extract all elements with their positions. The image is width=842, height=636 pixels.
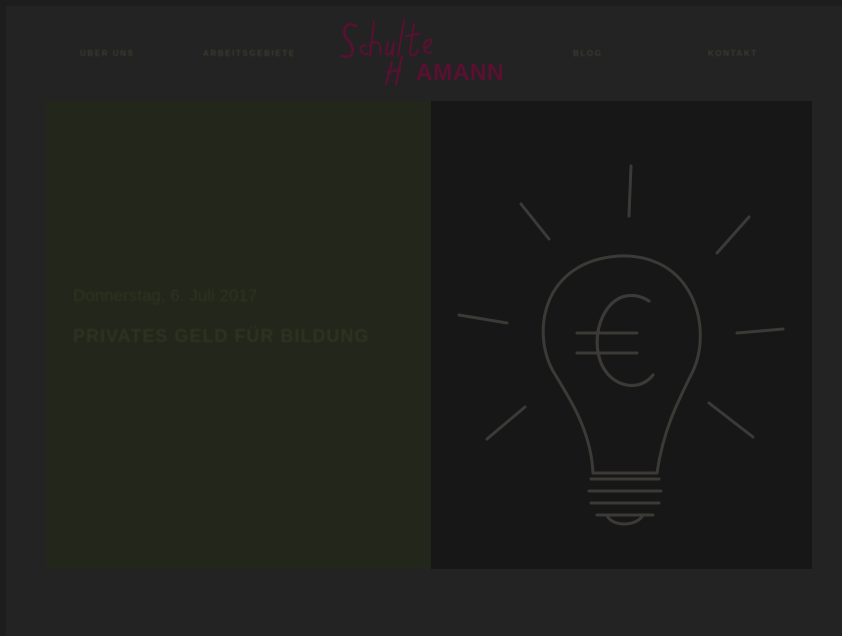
lightbulb-euro-icon — [457, 164, 785, 526]
nav-item-blog[interactable]: Blog — [573, 49, 603, 61]
svg-text:AMANN: AMANN — [416, 59, 504, 85]
hero-image[interactable] — [431, 101, 812, 569]
site-logo[interactable]: AMANN — [336, 12, 526, 88]
nav-item-ueber-uns[interactable]: Über uns — [80, 49, 135, 61]
post-title[interactable]: Privates Geld für Bildung — [73, 322, 373, 350]
nav-item-kontakt[interactable]: Kontakt — [708, 49, 758, 61]
post-date: Donnerstag, 6. Juli 2017 — [73, 286, 258, 305]
nav-item-arbeitsgebiete[interactable]: Arbeitsgebiete — [203, 49, 296, 61]
